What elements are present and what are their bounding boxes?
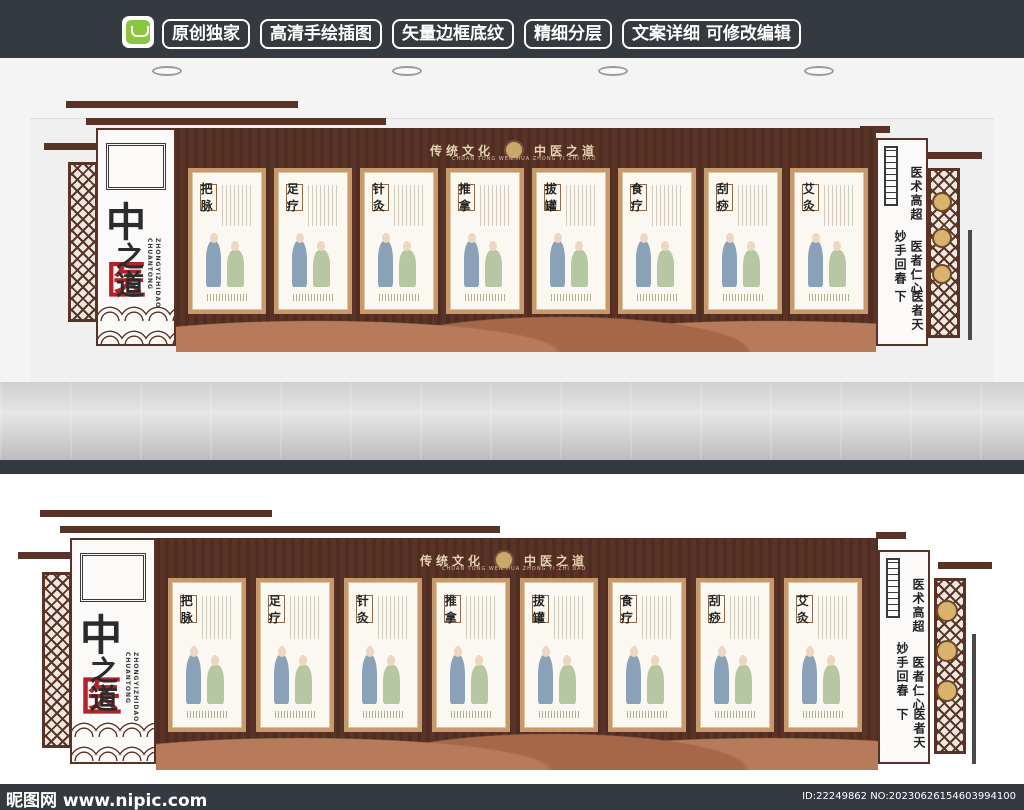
slogan-text: 医术高超 — [909, 166, 923, 222]
panel-title: 把脉 — [200, 182, 213, 214]
title-column: 中医 之道 CHUANTONG ZHONGYIZHIDAO — [96, 128, 176, 346]
therapy-panel: 足疗 — [274, 168, 352, 314]
main-title-sub: 之道 — [86, 656, 119, 712]
therapy-panel: 推拿 — [432, 578, 510, 732]
image-id-watermark: ID:22249862 NO:20230626154603994100 — [802, 791, 1016, 802]
roof-beam — [60, 526, 500, 533]
slogan-text: 妙手回春 — [895, 642, 909, 698]
wave-pattern — [98, 296, 174, 344]
title-pinyin-top: CHUANTONG — [124, 652, 131, 704]
roof-beam — [44, 143, 104, 150]
panel-title: 拔罐 — [544, 182, 557, 214]
lattice-icon — [886, 558, 900, 618]
panel-row: 把脉 足疗 针灸 推拿 拔罐 食疗 刮痧 艾灸 — [168, 578, 862, 732]
main-title-sub: 之道 — [112, 242, 145, 298]
wave-pattern — [72, 713, 154, 762]
bamboo-icon — [972, 634, 976, 764]
roof-beam — [86, 118, 386, 125]
roof-beam — [66, 101, 298, 108]
slogan-text: 医者天下 — [893, 290, 924, 332]
panel-row: 把脉 足疗 针灸 推拿 拔罐 食疗 刮痧 艾灸 — [188, 168, 868, 314]
section-divider — [0, 460, 1024, 474]
roof-beam — [928, 152, 982, 159]
therapy-panel: 足疗 — [256, 578, 334, 732]
slogan-text: 医者仁心 — [909, 240, 923, 296]
panel-title: 刮痧 — [708, 593, 721, 625]
board-header-pinyin: CHUAN TONG WEN HUA ZHONG YI ZHI DAO — [452, 156, 597, 162]
slogan-column: 医术高超 妙手回春 医者仁心 医者天下 — [876, 138, 928, 346]
therapy-panel: 食疗 — [618, 168, 696, 314]
title-pinyin: ZHONGYIZHIDAO — [132, 652, 139, 723]
panel-title: 把脉 — [180, 593, 193, 625]
lattice-icon — [884, 146, 898, 206]
panel-title: 拔罐 — [532, 593, 545, 625]
therapy-panel: 拔罐 — [532, 168, 610, 314]
window-frame-icon — [80, 553, 146, 603]
medal-icon — [936, 640, 958, 662]
therapy-panel: 刮痧 — [704, 168, 782, 314]
panel-title: 针灸 — [356, 593, 369, 625]
slogan-text: 医术高超 — [911, 578, 925, 634]
panel-title: 艾灸 — [802, 182, 815, 214]
panel-title: 足疗 — [268, 593, 281, 625]
culture-wall-flat: 传统文化 中医之道 CHUAN TONG WEN HUA ZHONG YI ZH… — [0, 474, 1024, 784]
panel-title: 推拿 — [444, 593, 457, 625]
panel-title: 针灸 — [372, 182, 385, 214]
therapy-panel: 艾灸 — [784, 578, 862, 732]
lattice-screen — [68, 162, 98, 322]
medal-icon — [936, 680, 958, 702]
therapy-panel: 推拿 — [446, 168, 524, 314]
slogan-column: 医术高超 妙手回春 医者仁心 医者天下 — [878, 550, 930, 764]
panel-title: 食疗 — [630, 182, 643, 214]
roof-beam — [876, 532, 906, 539]
slogan-text: 妙手回春 — [893, 230, 907, 286]
bamboo-icon — [968, 230, 972, 340]
roof-beam — [40, 510, 272, 517]
medal-icon — [932, 228, 952, 248]
window-frame-icon — [105, 142, 167, 190]
roof-beam — [18, 552, 78, 559]
slogan-text: 医者仁心 — [911, 656, 925, 712]
roof-beam — [938, 562, 992, 569]
culture-wall-room: 传统文化 中医之道 CHUAN TONG WEN HUA ZHONG YI ZH… — [0, 0, 1024, 460]
lattice-screen — [42, 572, 72, 748]
title-column: 中医 之道 CHUANTONG ZHONGYIZHIDAO — [70, 538, 156, 764]
medal-icon — [936, 600, 958, 622]
medal-icon — [932, 264, 952, 284]
therapy-panel: 拔罐 — [520, 578, 598, 732]
panel-title: 食疗 — [620, 593, 633, 625]
therapy-panel: 刮痧 — [696, 578, 774, 732]
therapy-panel: 把脉 — [188, 168, 266, 314]
therapy-panel: 食疗 — [608, 578, 686, 732]
site-watermark: 昵图网 www.nipic.com — [6, 791, 208, 810]
therapy-panel: 针灸 — [360, 168, 438, 314]
title-pinyin-top: CHUANTONG — [146, 238, 153, 290]
therapy-panel: 艾灸 — [790, 168, 868, 314]
board-header-pinyin: CHUAN TONG WEN HUA ZHONG YI ZHI DAO — [442, 566, 587, 572]
medal-icon — [932, 192, 952, 212]
panel-title: 艾灸 — [796, 593, 809, 625]
therapy-panel: 把脉 — [168, 578, 246, 732]
therapy-panel: 针灸 — [344, 578, 422, 732]
panel-title: 刮痧 — [716, 182, 729, 214]
slogan-text: 医者天下 — [895, 708, 926, 750]
panel-title: 推拿 — [458, 182, 471, 214]
panel-title: 足疗 — [286, 182, 299, 214]
